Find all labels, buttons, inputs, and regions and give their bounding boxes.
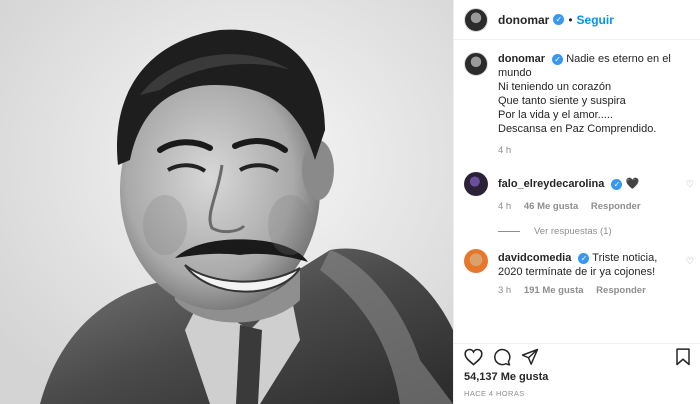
comment-time[interactable]: 3 h [498,285,511,296]
comment-likes[interactable]: 191 Me gusta [524,285,584,296]
comment-icon[interactable] [493,348,511,366]
comments-list: donomar ✓ Nadie es eterno en el mundo Ni… [464,52,694,298]
reply-button[interactable]: Responder [591,201,641,212]
comment-avatar[interactable] [464,249,488,273]
comment-time[interactable]: 4 h [498,201,511,212]
comment-meta: 3 h 191 Me gusta Responder [498,284,678,298]
author-avatar[interactable] [464,7,488,32]
caption-time[interactable]: 4 h [498,145,511,156]
caption-username[interactable]: donomar [498,53,545,65]
comment-item: davidcomedia ✓ Triste noticia, 2020 term… [464,249,694,298]
comment-avatar[interactable] [464,172,488,196]
post-timestamp[interactable]: HACE 4 HORAS [464,389,691,398]
post-photo[interactable] [0,0,453,404]
author-username[interactable]: donomar [498,13,549,27]
comment-meta: 4 h 46 Me gusta Responder [498,200,678,214]
post-side-panel: donomar ✓ • Seguir donomar ✓ Nadie es et… [453,0,700,404]
view-replies-button[interactable]: Ver respuestas (1) [498,226,694,237]
follow-button[interactable]: Seguir [577,13,614,27]
verified-icon: ✓ [553,14,565,25]
action-icons [464,346,691,368]
reply-button[interactable]: Responder [596,285,646,296]
comment-likes[interactable]: 46 Me gusta [524,201,578,212]
caption-line-5: Descansa en Paz Comprendido. [498,123,657,135]
comment-text: 🖤 [625,178,640,190]
comment-item: falo_elreydecarolina ✓ 🖤 4 h 46 Me gusta… [464,172,694,214]
replies-divider [498,231,520,232]
likes-count[interactable]: 54,137 Me gusta [464,371,691,383]
caption-line-3: Que tanto siente y suspira [498,95,626,107]
instagram-post-window: donomar ✓ • Seguir donomar ✓ Nadie es et… [0,0,700,404]
bookmark-icon[interactable] [675,348,691,366]
caption-line-4: Por la vida y el amor..... [498,109,613,121]
like-comment-heart-icon[interactable]: ♡ [686,256,694,267]
view-replies-label: Ver respuestas (1) [534,226,612,237]
heart-icon[interactable] [464,348,483,366]
post-actions: 54,137 Me gusta HACE 4 HORAS [454,343,700,404]
verified-icon: ✓ [578,252,590,264]
share-icon[interactable] [521,348,539,366]
verified-icon: ✓ [611,178,623,190]
separator-dot: • [568,12,573,27]
verified-icon: ✓ [552,53,564,65]
portrait-image [0,0,453,404]
comment-username[interactable]: davidcomedia [498,252,571,264]
like-comment-heart-icon[interactable]: ♡ [686,179,694,190]
caption-meta: 4 h [498,144,678,158]
caption-line-2: Ni teniendo un corazón [498,81,612,93]
caption: donomar ✓ Nadie es eterno en el mundo Ni… [464,52,694,158]
caption-avatar[interactable] [464,52,488,76]
post-header: donomar ✓ • Seguir [454,0,700,40]
comment-username[interactable]: falo_elreydecarolina [498,178,604,190]
